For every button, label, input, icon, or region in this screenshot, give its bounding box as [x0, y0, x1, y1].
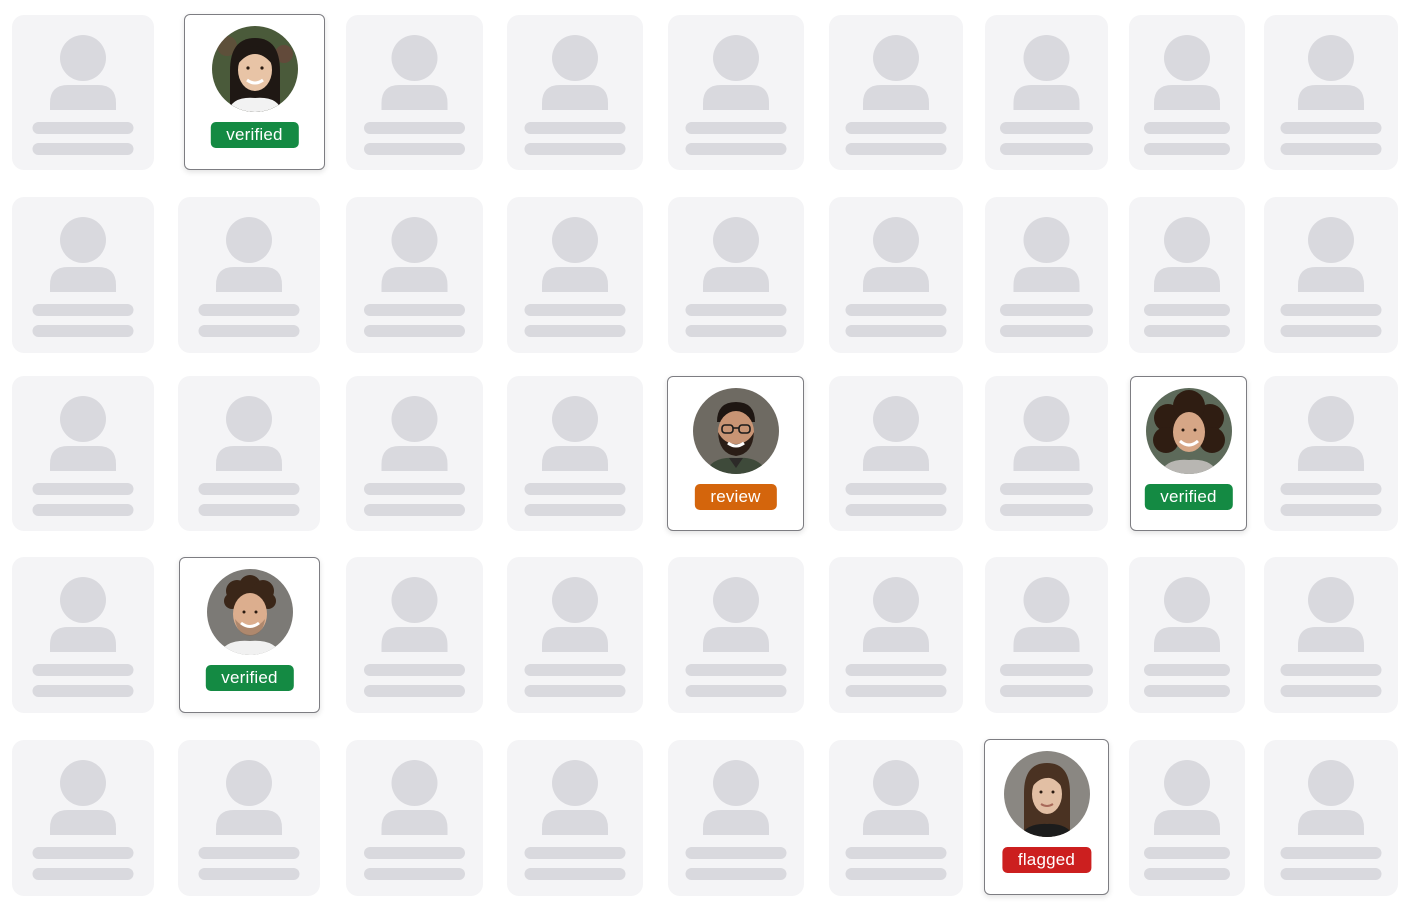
placeholder-card: [507, 15, 643, 170]
placeholder-card: [829, 197, 963, 353]
avatar: [1145, 388, 1232, 474]
placeholder-avatar-icon: [1000, 396, 1093, 516]
placeholder-card: [1264, 557, 1398, 713]
avatar: [1003, 751, 1090, 837]
placeholder-avatar-icon: [685, 577, 787, 697]
status-badge: verified: [210, 122, 299, 148]
placeholder-avatar-icon: [364, 217, 465, 337]
avatar: [692, 388, 779, 474]
placeholder-avatar-icon: [845, 577, 947, 697]
placeholder-card: [12, 740, 154, 896]
placeholder-card: [178, 740, 320, 896]
placeholder-avatar-icon: [1144, 577, 1230, 697]
placeholder-avatar-icon: [1280, 396, 1382, 516]
placeholder-card: [985, 15, 1108, 170]
placeholder-card: [668, 740, 804, 896]
placeholder-avatar-icon: [364, 35, 465, 155]
placeholder-card: [668, 15, 804, 170]
placeholder-card: [829, 557, 963, 713]
placeholder-avatar-icon: [845, 217, 947, 337]
placeholder-avatar-icon: [32, 35, 134, 155]
placeholder-avatar-icon: [524, 760, 626, 880]
profile-card-flagged[interactable]: flagged: [984, 739, 1109, 895]
placeholder-avatar-icon: [32, 217, 134, 337]
status-badge: verified: [205, 665, 294, 691]
placeholder-card: [346, 740, 483, 896]
placeholder-avatar-icon: [1144, 217, 1230, 337]
profile-card-verified[interactable]: verified: [179, 557, 320, 713]
placeholder-avatar-icon: [32, 396, 134, 516]
placeholder-avatar-icon: [524, 35, 626, 155]
placeholder-avatar-icon: [685, 35, 787, 155]
placeholder-card: [178, 376, 320, 531]
placeholder-avatar-icon: [1000, 577, 1093, 697]
placeholder-avatar-icon: [198, 217, 300, 337]
placeholder-card: [985, 376, 1108, 531]
placeholder-card: [668, 197, 804, 353]
placeholder-card: [507, 740, 643, 896]
profile-card-grid: verified review verified verified flagge…: [0, 0, 1411, 916]
placeholder-card: [829, 376, 963, 531]
placeholder-card: [1264, 376, 1398, 531]
profile-card-verified[interactable]: verified: [1130, 376, 1247, 531]
placeholder-card: [829, 740, 963, 896]
placeholder-avatar-icon: [845, 35, 947, 155]
placeholder-card: [507, 197, 643, 353]
placeholder-avatar-icon: [1280, 217, 1382, 337]
placeholder-avatar-icon: [685, 217, 787, 337]
placeholder-card: [1264, 197, 1398, 353]
placeholder-card: [346, 376, 483, 531]
profile-card-review[interactable]: review: [667, 376, 804, 531]
placeholder-avatar-icon: [32, 760, 134, 880]
placeholder-avatar-icon: [524, 396, 626, 516]
status-badge: flagged: [1001, 847, 1092, 873]
placeholder-card: [12, 15, 154, 170]
placeholder-card: [12, 376, 154, 531]
placeholder-avatar-icon: [1280, 760, 1382, 880]
placeholder-card: [1129, 15, 1245, 170]
avatar: [211, 26, 298, 112]
placeholder-avatar-icon: [685, 760, 787, 880]
placeholder-avatar-icon: [198, 760, 300, 880]
placeholder-card: [507, 557, 643, 713]
placeholder-card: [1264, 740, 1398, 896]
placeholder-avatar-icon: [364, 396, 465, 516]
placeholder-avatar-icon: [1144, 35, 1230, 155]
placeholder-card: [1129, 557, 1245, 713]
profile-card-verified[interactable]: verified: [184, 14, 325, 170]
placeholder-avatar-icon: [1280, 35, 1382, 155]
placeholder-card: [178, 197, 320, 353]
placeholder-card: [829, 15, 963, 170]
placeholder-card: [346, 557, 483, 713]
placeholder-card: [985, 197, 1108, 353]
placeholder-avatar-icon: [1000, 217, 1093, 337]
placeholder-card: [346, 15, 483, 170]
placeholder-avatar-icon: [1280, 577, 1382, 697]
placeholder-avatar-icon: [845, 760, 947, 880]
avatar: [206, 569, 293, 655]
placeholder-card: [1264, 15, 1398, 170]
placeholder-card: [12, 197, 154, 353]
placeholder-card: [985, 557, 1108, 713]
placeholder-card: [668, 557, 804, 713]
status-badge: verified: [1144, 484, 1233, 510]
placeholder-avatar-icon: [32, 577, 134, 697]
placeholder-avatar-icon: [1000, 35, 1093, 155]
placeholder-avatar-icon: [198, 396, 300, 516]
placeholder-card: [1129, 197, 1245, 353]
placeholder-avatar-icon: [845, 396, 947, 516]
placeholder-avatar-icon: [1144, 760, 1230, 880]
placeholder-avatar-icon: [364, 577, 465, 697]
placeholder-card: [507, 376, 643, 531]
placeholder-avatar-icon: [524, 577, 626, 697]
placeholder-card: [12, 557, 154, 713]
placeholder-avatar-icon: [364, 760, 465, 880]
placeholder-card: [1129, 740, 1245, 896]
placeholder-avatar-icon: [524, 217, 626, 337]
placeholder-card: [346, 197, 483, 353]
status-badge: review: [694, 484, 777, 510]
